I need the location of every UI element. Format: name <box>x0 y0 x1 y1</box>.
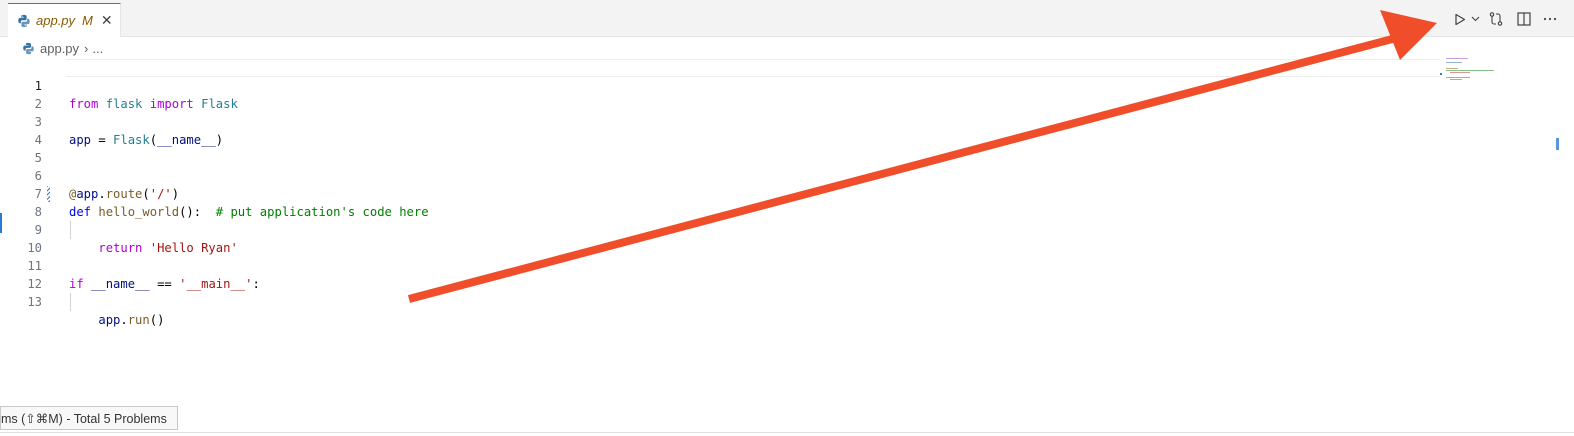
python-file-icon <box>18 14 30 27</box>
code-line-10: 10 <box>0 221 1440 255</box>
editor-tab-bar: app.py M ✕ <box>0 0 1574 37</box>
panel-divider <box>0 432 1574 433</box>
code-line-11: 11 if __name__ == '__main__': <box>0 239 1440 291</box>
line-number: 13 <box>27 295 42 309</box>
code-line-9: 9 <box>0 203 1440 237</box>
scrollbar-overview-marker[interactable] <box>1556 138 1559 150</box>
code-line-7: 7 def hello_world(): # put application's… <box>0 167 1440 219</box>
code-line-12: 12 app.run() <box>0 257 1440 327</box>
chevron-down-icon[interactable] <box>1468 9 1482 29</box>
close-icon[interactable]: ✕ <box>101 12 113 29</box>
split-editor-icon[interactable] <box>1510 9 1538 29</box>
code-line-4: 4 <box>0 113 1440 147</box>
chevron-right-icon: › <box>84 40 89 56</box>
code-line-8: 8 return 'Hello Ryan' <box>0 185 1440 255</box>
code-line-6: 6 @app.route('/') <box>0 149 1440 201</box>
editor-actions <box>1452 9 1562 29</box>
play-icon[interactable] <box>1452 9 1468 29</box>
code-text: app.run() <box>98 313 165 327</box>
code-line-3: 3 app = Flask(__name__) <box>0 95 1440 147</box>
breadcrumb-file[interactable]: app.py <box>40 41 79 56</box>
problems-status-tooltip[interactable]: ms (⇧⌘M) - Total 5 Problems <box>0 406 178 430</box>
code-line-2: 2 <box>0 77 1440 111</box>
tab-modified-indicator: M <box>82 13 93 28</box>
modified-line-indicator[interactable] <box>47 186 50 202</box>
text-cursor-marker <box>0 213 2 233</box>
more-actions-icon[interactable] <box>1538 9 1562 29</box>
problems-status-text: ms (⇧⌘M) - Total 5 Problems <box>1 411 167 426</box>
breadcrumb-more[interactable]: ... <box>92 41 103 56</box>
git-compare-icon[interactable] <box>1482 9 1510 29</box>
code-line-13: 13 <box>0 275 1440 309</box>
breadcrumb: app.py › ... <box>22 40 103 56</box>
python-file-icon <box>23 42 34 54</box>
code-editor[interactable]: 1 from flask import Flask 2 3 app = Flas… <box>0 59 1574 399</box>
indent-guide <box>70 293 71 311</box>
code-line-5: 5 <box>0 131 1440 165</box>
minimap[interactable] <box>1440 57 1510 97</box>
code-line-1: 1 from flask import Flask <box>0 59 1440 111</box>
tab-filename: app.py <box>36 13 76 28</box>
tab-app-py[interactable]: app.py M ✕ <box>8 3 121 37</box>
